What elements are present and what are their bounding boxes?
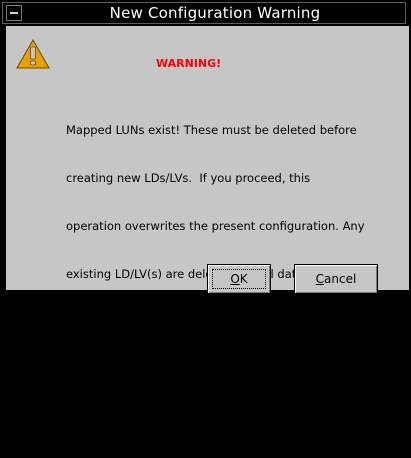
message-line: the "Add LD/LV(s) to the Current Configu…	[66, 363, 339, 377]
window-menu-button[interactable]	[6, 5, 22, 21]
ok-label-rest: K	[239, 272, 248, 286]
message-line: operation overwrites the present configu…	[66, 219, 365, 233]
warning-heading: WARNING!	[156, 57, 222, 70]
window-title: New Configuration Warning	[109, 4, 321, 22]
dialog-body: WARNING! Mapped LUNs exist! These must b…	[2, 26, 409, 425]
cancel-label-rest: ancel	[324, 272, 357, 286]
cancel-button[interactable]: Cancel	[294, 264, 378, 294]
ok-mnemonic: O	[230, 272, 240, 286]
warning-triangle-icon	[16, 39, 50, 69]
message-line: creating new LDs/LVs. If you proceed, th…	[66, 171, 311, 185]
message-line: option. Do you want to continue?	[66, 411, 258, 425]
window-menu-icon	[10, 12, 18, 14]
cancel-mnemonic: C	[315, 272, 325, 286]
dialog-window: New Configuration Warning WARNING! Mappe…	[0, 0, 411, 425]
message-line: Mapped LUNs exist! These must be deleted…	[66, 123, 357, 137]
ok-button[interactable]: OK	[207, 264, 271, 294]
title-bar[interactable]: New Configuration Warning	[2, 2, 406, 24]
message-line: you want to keep your present configurat…	[66, 315, 351, 329]
